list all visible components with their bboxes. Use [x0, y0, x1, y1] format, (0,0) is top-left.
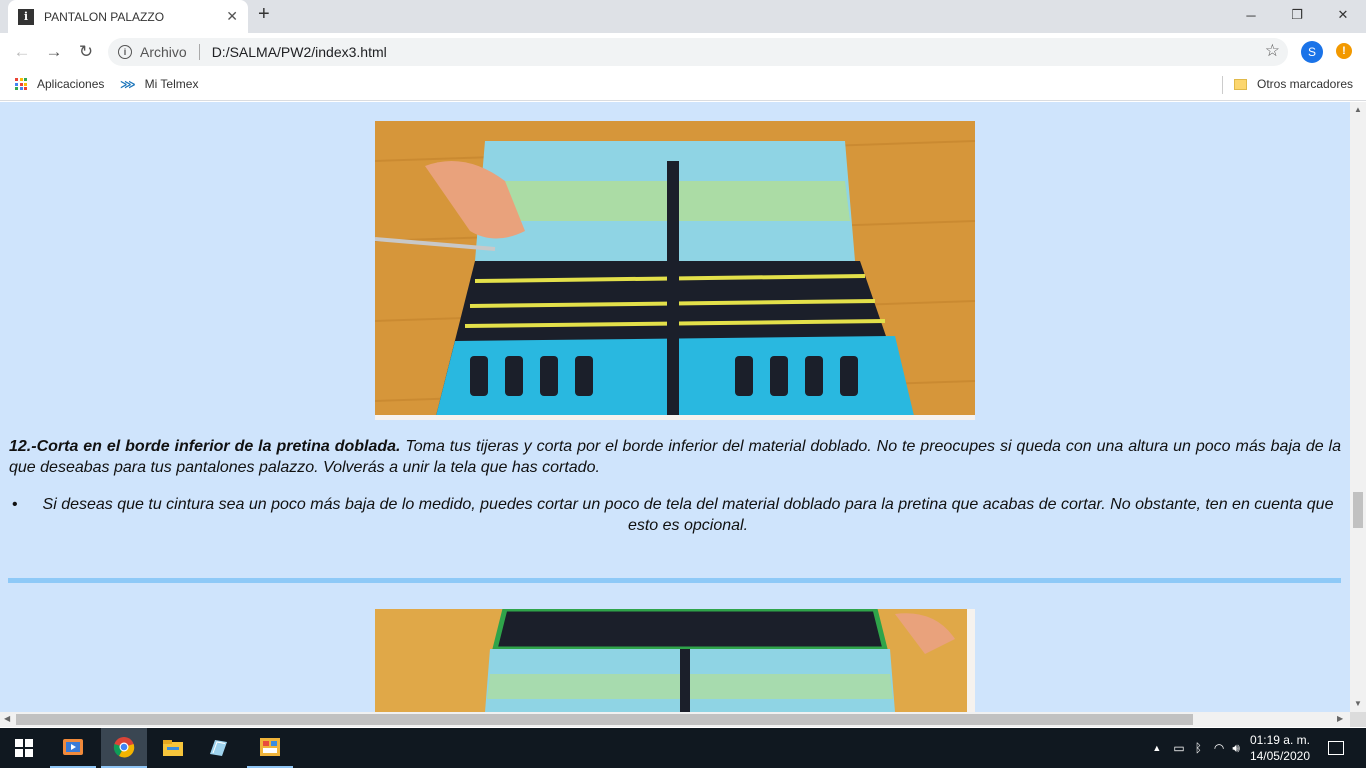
file-explorer-icon — [163, 740, 183, 756]
bookmark-apps[interactable]: Aplicaciones — [15, 77, 104, 91]
address-bar[interactable]: i Archivo D:/SALMA/PW2/index3.html ☆ — [108, 38, 1288, 66]
forward-button[interactable]: → — [42, 41, 66, 63]
chrome-icon — [113, 737, 135, 758]
media-player-icon — [63, 739, 83, 755]
page-favicon-icon: i — [18, 8, 34, 25]
start-button[interactable] — [0, 728, 48, 768]
taskbar-edge-app[interactable] — [195, 728, 241, 768]
scroll-up-icon[interactable]: ▲ — [1354, 105, 1362, 114]
update-alert-icon[interactable]: ! — [1336, 43, 1352, 59]
clock-time: 01:19 a. m. — [1249, 733, 1310, 747]
clock-date: 14/05/2020 — [1249, 749, 1310, 763]
back-button[interactable]: ← — [10, 41, 34, 63]
bookmark-other-folder[interactable]: Otros marcadores — [1234, 77, 1353, 91]
close-tab-icon[interactable]: ✕ — [226, 8, 238, 25]
taskbar-chrome[interactable] — [101, 728, 147, 768]
bookmarks-bar: Aplicaciones ⋙ Mi Telmex Otros marcadore… — [0, 71, 1366, 101]
taskbar-media-player[interactable] — [50, 728, 96, 768]
step-12-bullet: Si deseas que tu cintura sea un poco más… — [9, 494, 1341, 536]
new-tab-button[interactable]: + — [258, 3, 270, 26]
bookmarks-divider — [1222, 76, 1223, 94]
close-window-button[interactable]: ✕ — [1320, 0, 1366, 30]
step-photo-folding-waistband — [375, 609, 975, 712]
show-hidden-icons-icon[interactable]: ▲ — [1152, 743, 1161, 753]
taskbar-file-explorer[interactable] — [150, 728, 196, 768]
section-divider — [8, 578, 1341, 583]
browser-toolbar: ← → ↻ i Archivo D:/SALMA/PW2/index3.html… — [0, 33, 1366, 71]
apps-grid-icon — [15, 78, 27, 90]
bluetooth-icon[interactable]: ᛒ — [1195, 741, 1202, 755]
scroll-right-icon[interactable]: ▶ — [1337, 714, 1343, 723]
page-content: 12.-Corta en el borde inferior de la pre… — [0, 102, 1350, 712]
bookmark-label: Mi Telmex — [144, 77, 199, 91]
step-12-heading: 12.-Corta en el borde inferior de la pre… — [9, 438, 401, 455]
restore-button[interactable]: ❐ — [1274, 0, 1320, 30]
tab-title: PANTALON PALAZZO — [44, 9, 165, 24]
vertical-scroll-thumb[interactable] — [1353, 492, 1363, 528]
system-tray: ▲ ▭ ᛒ ◠ 🔊︎ 01:19 a. m. 14/05/2020 — [1152, 728, 1366, 768]
reload-button[interactable]: ↻ — [74, 41, 98, 63]
horizontal-scrollbar[interactable]: ◀ ▶ — [0, 712, 1350, 727]
profile-avatar[interactable]: S — [1301, 41, 1323, 63]
action-center-icon[interactable] — [1328, 741, 1344, 755]
tab-pantalon-palazzo[interactable]: i PANTALON PALAZZO ✕ — [8, 0, 248, 33]
address-divider — [198, 44, 200, 60]
step-photo-cutting-waistband — [375, 121, 975, 420]
taskbar-clock[interactable]: 01:19 a. m. 14/05/2020 — [1250, 732, 1310, 764]
scroll-down-icon[interactable]: ▼ — [1354, 699, 1362, 708]
scroll-left-icon[interactable]: ◀ — [4, 714, 10, 723]
telmex-logo-icon: ⋙ — [120, 78, 136, 91]
horizontal-scroll-thumb[interactable] — [16, 714, 1193, 725]
folder-icon — [1234, 78, 1247, 90]
url-text[interactable]: D:/SALMA/PW2/index3.html — [212, 44, 387, 60]
info-icon[interactable]: i — [118, 45, 132, 59]
vertical-scrollbar[interactable]: ▲ ▼ — [1350, 102, 1366, 712]
url-scheme-label: Archivo — [140, 44, 187, 60]
tab-strip: i PANTALON PALAZZO ✕ + ─ ❐ ✕ — [0, 0, 1366, 33]
windows-taskbar: ▲ ▭ ᛒ ◠ 🔊︎ 01:19 a. m. 14/05/2020 — [0, 728, 1366, 768]
taskbar-photos-app[interactable] — [247, 728, 293, 768]
bookmark-telmex[interactable]: ⋙ Mi Telmex — [120, 77, 198, 91]
battery-icon[interactable]: ▭ — [1173, 741, 1184, 755]
volume-icon[interactable]: 🔊︎ — [1232, 741, 1240, 756]
bookmark-star-icon[interactable]: ☆ — [1265, 41, 1280, 61]
window-controls: ─ ❐ ✕ — [1228, 0, 1366, 30]
step-12-paragraph: 12.-Corta en el borde inferior de la pre… — [9, 436, 1341, 478]
bookmark-label: Aplicaciones — [37, 77, 105, 91]
photos-app-icon — [260, 738, 280, 756]
notes-app-icon — [210, 740, 227, 756]
windows-logo-icon — [15, 739, 33, 757]
minimize-button[interactable]: ─ — [1228, 0, 1274, 30]
scrollbar-corner — [1350, 712, 1366, 727]
bookmark-label: Otros marcadores — [1257, 77, 1354, 91]
wifi-icon[interactable]: ◠ — [1214, 741, 1224, 755]
